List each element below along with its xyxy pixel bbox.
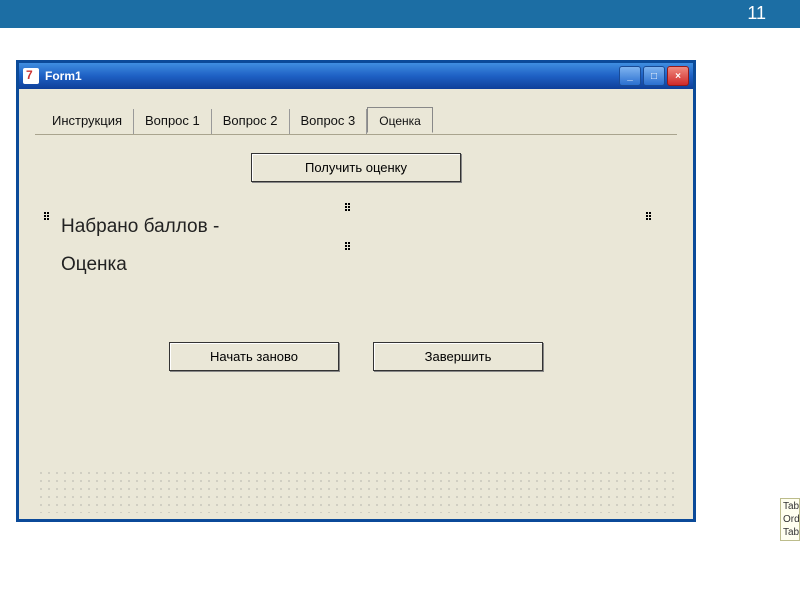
resize-handle-icon[interactable] bbox=[44, 212, 50, 218]
score-label: Набрано баллов - bbox=[61, 216, 643, 238]
maximize-icon: □ bbox=[651, 71, 657, 82]
tab-panel-grade: Получить оценку Набрано баллов - Оценка … bbox=[35, 134, 677, 371]
slide-header-bar: 11 bbox=[0, 0, 800, 28]
client-area: Инструкция Вопрос 1 Вопрос 2 Вопрос 3 Оц… bbox=[19, 89, 693, 519]
maximize-button[interactable]: □ bbox=[643, 66, 665, 86]
tab-question-1[interactable]: Вопрос 1 bbox=[134, 109, 212, 134]
resize-handle-icon[interactable] bbox=[646, 212, 652, 218]
minimize-button[interactable]: _ bbox=[619, 66, 641, 86]
resize-handle-icon[interactable] bbox=[345, 203, 351, 209]
prop-row: Tab bbox=[783, 500, 799, 513]
property-inspector-peek: Tab Ord Tab bbox=[780, 498, 800, 541]
restart-button[interactable]: Начать заново bbox=[169, 342, 339, 371]
tab-question-3[interactable]: Вопрос 3 bbox=[290, 109, 368, 134]
window-controls: _ □ × bbox=[619, 66, 689, 86]
resize-handle-icon[interactable] bbox=[345, 242, 351, 248]
tab-question-2[interactable]: Вопрос 2 bbox=[212, 109, 290, 134]
tabstrip: Инструкция Вопрос 1 Вопрос 2 Вопрос 3 Оц… bbox=[41, 109, 677, 134]
prop-row: Tab bbox=[783, 526, 799, 539]
app-window: Form1 _ □ × Инструкция Вопрос 1 Вопрос 2… bbox=[16, 60, 696, 522]
get-score-button[interactable]: Получить оценку bbox=[251, 153, 461, 182]
tab-instruction[interactable]: Инструкция bbox=[41, 109, 134, 134]
tab-label: Вопрос 1 bbox=[145, 113, 200, 128]
delphi-icon bbox=[23, 68, 39, 84]
titlebar[interactable]: Form1 _ □ × bbox=[19, 63, 693, 89]
close-icon: × bbox=[675, 71, 681, 82]
minimize-icon: _ bbox=[627, 71, 633, 82]
finish-button[interactable]: Завершить bbox=[373, 342, 543, 371]
designer-panel[interactable]: Набрано баллов - Оценка bbox=[47, 206, 649, 312]
tab-label: Инструкция bbox=[52, 113, 122, 128]
bottom-button-row: Начать заново Завершить bbox=[35, 342, 677, 371]
tab-label: Вопрос 2 bbox=[223, 113, 278, 128]
grade-label: Оценка bbox=[61, 254, 643, 276]
prop-row: Ord bbox=[783, 513, 799, 526]
slide-area: Form1 _ □ × Инструкция Вопрос 1 Вопрос 2… bbox=[0, 28, 800, 522]
close-button[interactable]: × bbox=[667, 66, 689, 86]
tab-label: Вопрос 3 bbox=[301, 113, 356, 128]
window-title: Form1 bbox=[45, 69, 619, 83]
tab-label: Оценка bbox=[379, 114, 421, 128]
tab-grade[interactable]: Оценка bbox=[367, 107, 433, 133]
designer-dot-grid bbox=[37, 469, 675, 513]
slide-number: 11 bbox=[747, 3, 766, 23]
